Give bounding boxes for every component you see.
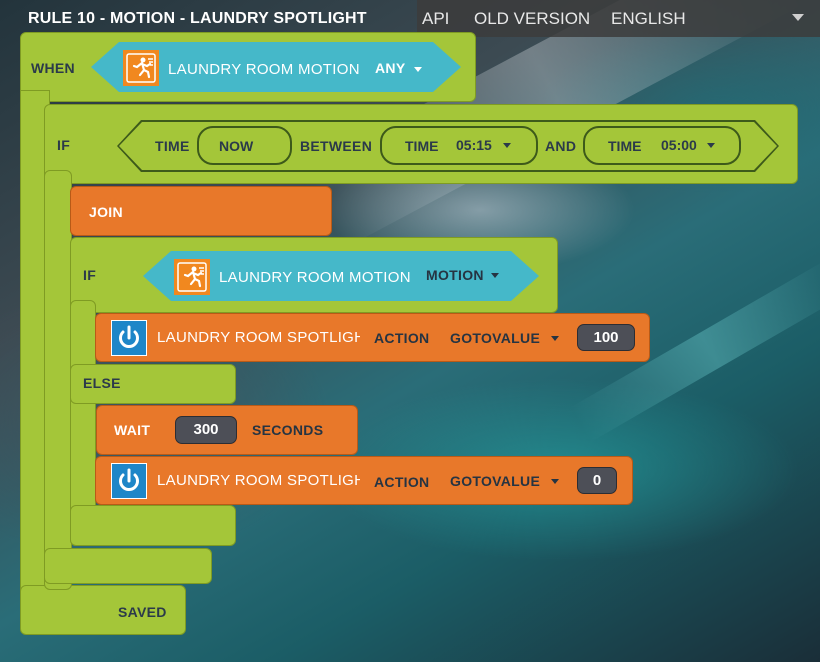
running-person-icon <box>174 259 210 295</box>
action1-device-name: LAUNDRY ROOM SPOTLIGHT <box>157 329 360 346</box>
nav-language-select[interactable]: ENGLISH <box>611 9 686 29</box>
power-icon <box>111 463 147 499</box>
rule-title: RULE 10 - MOTION - LAUNDRY SPOTLIGHT <box>28 10 367 27</box>
chevron-down-icon[interactable] <box>551 479 559 484</box>
chevron-down-icon[interactable] <box>491 273 499 278</box>
if-block-footer <box>44 548 212 584</box>
wait-unit-label: SECONDS <box>252 422 324 438</box>
action1-action-label: ACTION <box>374 330 430 346</box>
action2-action-label: ACTION <box>374 474 430 490</box>
running-person-icon <box>123 50 159 86</box>
chevron-down-icon[interactable] <box>414 67 422 72</box>
chevron-down-icon[interactable] <box>503 143 511 148</box>
time-now-value: NOW <box>219 138 254 154</box>
action1-value-input[interactable]: 100 <box>577 324 635 351</box>
if-block-spine <box>44 170 72 590</box>
when-label: WHEN <box>31 60 75 76</box>
action2-device-name: LAUNDRY ROOM SPOTLIGHT <box>157 472 360 489</box>
time-start-label: TIME <box>405 138 439 154</box>
join-label: JOIN <box>89 204 123 220</box>
inner-if-label: IF <box>83 267 97 283</box>
wait-label: WAIT <box>114 422 151 438</box>
action2-action-select[interactable]: GOTOVALUE <box>450 473 540 489</box>
between-label: BETWEEN <box>300 138 373 154</box>
inner-if-device-name: LAUNDRY ROOM MOTION <box>219 269 411 286</box>
top-nav-bar: API OLD VERSION ENGLISH <box>417 0 820 37</box>
chevron-down-icon[interactable] <box>707 143 715 148</box>
action1-action-select[interactable]: GOTOVALUE <box>450 330 540 346</box>
time-end-select[interactable]: 05:00 <box>661 137 697 153</box>
inner-if-state-select[interactable]: MOTION <box>426 267 484 283</box>
chevron-down-icon[interactable] <box>551 336 559 341</box>
save-status: SAVED <box>118 604 167 620</box>
when-device-name: LAUNDRY ROOM MOTION <box>168 61 360 78</box>
time-end-label: TIME <box>608 138 642 154</box>
action2-value-input[interactable]: 0 <box>577 467 617 494</box>
nav-old-version-link[interactable]: OLD VERSION <box>474 9 590 29</box>
time-start-select[interactable]: 05:15 <box>456 137 492 153</box>
chevron-down-icon[interactable] <box>792 14 804 21</box>
inner-if-footer <box>70 505 236 546</box>
time-label: TIME <box>155 138 190 154</box>
else-label: ELSE <box>83 375 121 391</box>
when-state-select[interactable]: ANY <box>375 60 405 76</box>
power-icon <box>111 320 147 356</box>
nav-api-link[interactable]: API <box>422 9 449 29</box>
wait-seconds-input[interactable]: 300 <box>175 416 237 444</box>
if-label: IF <box>57 137 71 153</box>
and-label: AND <box>545 138 577 154</box>
